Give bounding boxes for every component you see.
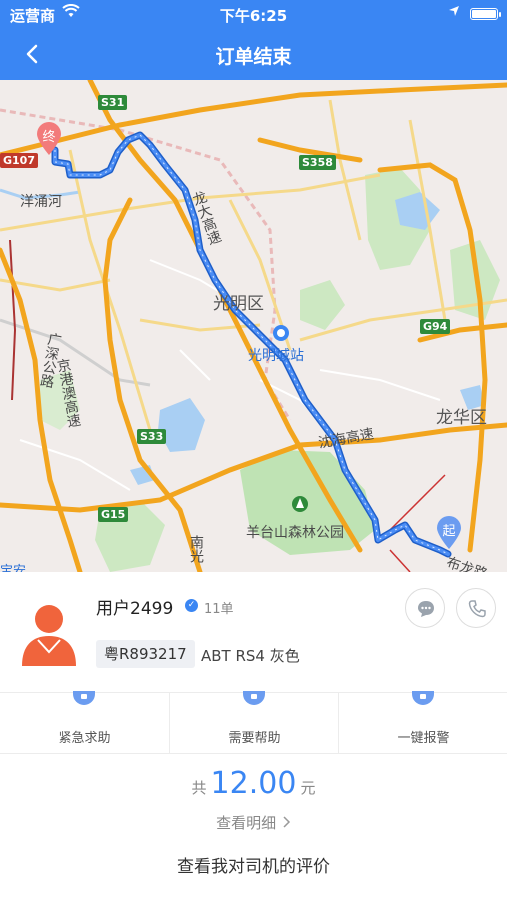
label-yangyonghe: 洋涌河 xyxy=(20,194,62,210)
page-title: 订单结束 xyxy=(215,46,292,68)
start-marker-label: 起 xyxy=(442,524,456,539)
shield-s358: S358 xyxy=(299,155,336,170)
alarm-icon xyxy=(412,691,434,705)
label-longhua-district: 龙华区 xyxy=(436,408,487,428)
label-guangming-district: 光明区 xyxy=(213,294,264,314)
need-help-button[interactable]: 需要帮助 xyxy=(169,691,338,754)
chat-icon xyxy=(418,601,434,617)
license-plate: 粤R893217 xyxy=(96,640,195,668)
start-marker[interactable]: 起 xyxy=(436,516,462,550)
header: 运营商 下午6:25 订单结束 xyxy=(0,0,507,80)
shield-s33: S33 xyxy=(137,429,167,444)
view-detail-link[interactable]: 查看明细 xyxy=(0,812,507,833)
shield-g94: G94 xyxy=(420,319,451,334)
emergency-help-label: 紧急求助 xyxy=(58,731,111,746)
car-model: ABT RS4 灰色 xyxy=(201,647,300,665)
emergency-help-button[interactable]: 紧急求助 xyxy=(0,691,169,754)
end-marker[interactable]: 终 xyxy=(36,122,62,156)
order-complete-page: 运营商 下午6:25 订单结束 终 起 S31 G107 S358 G94 S3… xyxy=(0,0,507,900)
end-marker-label: 终 xyxy=(42,130,56,145)
sos-icon xyxy=(73,691,95,705)
view-review-link[interactable]: 查看我对司机的评价 xyxy=(0,852,507,877)
shield-g15: G15 xyxy=(98,507,129,522)
driver-name: 用户2499 xyxy=(96,599,174,619)
label-nanguang: 南光 xyxy=(188,535,204,563)
label-bao-an: 宝安 xyxy=(0,564,27,572)
route-map[interactable]: 终 起 S31 G107 S358 G94 S33 G15 洋涌河 光明区 光明… xyxy=(0,80,507,572)
label-yangtai-park: 羊台山森林公园 xyxy=(246,525,344,541)
chevron-right-icon xyxy=(283,816,290,828)
battery-icon xyxy=(470,8,501,20)
avatar xyxy=(20,602,78,668)
call-button[interactable] xyxy=(456,588,496,628)
fare-unit: 元 xyxy=(300,779,316,797)
fare-prefix: 共 xyxy=(191,779,207,797)
report-police-label: 一键报警 xyxy=(397,731,450,746)
message-button[interactable] xyxy=(405,588,445,628)
status-bar: 运营商 下午6:25 xyxy=(0,0,507,28)
shield-g107: G107 xyxy=(0,153,38,168)
verified-icon: ✓ xyxy=(185,599,198,612)
fare-summary: 共 12.00 元 xyxy=(0,766,507,801)
help-icon xyxy=(243,691,265,705)
shield-s31: S31 xyxy=(98,95,128,110)
label-guangming-station: 光明城站 xyxy=(248,348,304,364)
location-arrow-icon xyxy=(448,5,460,21)
view-detail-label: 查看明细 xyxy=(216,814,277,832)
fare-amount: 12.00 xyxy=(210,766,297,801)
driver-card: 用户2499 ✓ 11单 粤R893217 ABT RS4 灰色 xyxy=(0,572,507,690)
action-bar: 紧急求助 需要帮助 一键报警 xyxy=(0,691,507,754)
clock: 下午6:25 xyxy=(219,7,288,25)
navbar: 订单结束 xyxy=(0,30,507,80)
driver-order-count: 11单 xyxy=(204,602,234,617)
phone-icon xyxy=(468,600,486,618)
report-police-button[interactable]: 一键报警 xyxy=(338,691,507,754)
user-icon xyxy=(22,605,76,666)
need-help-label: 需要帮助 xyxy=(228,731,281,746)
